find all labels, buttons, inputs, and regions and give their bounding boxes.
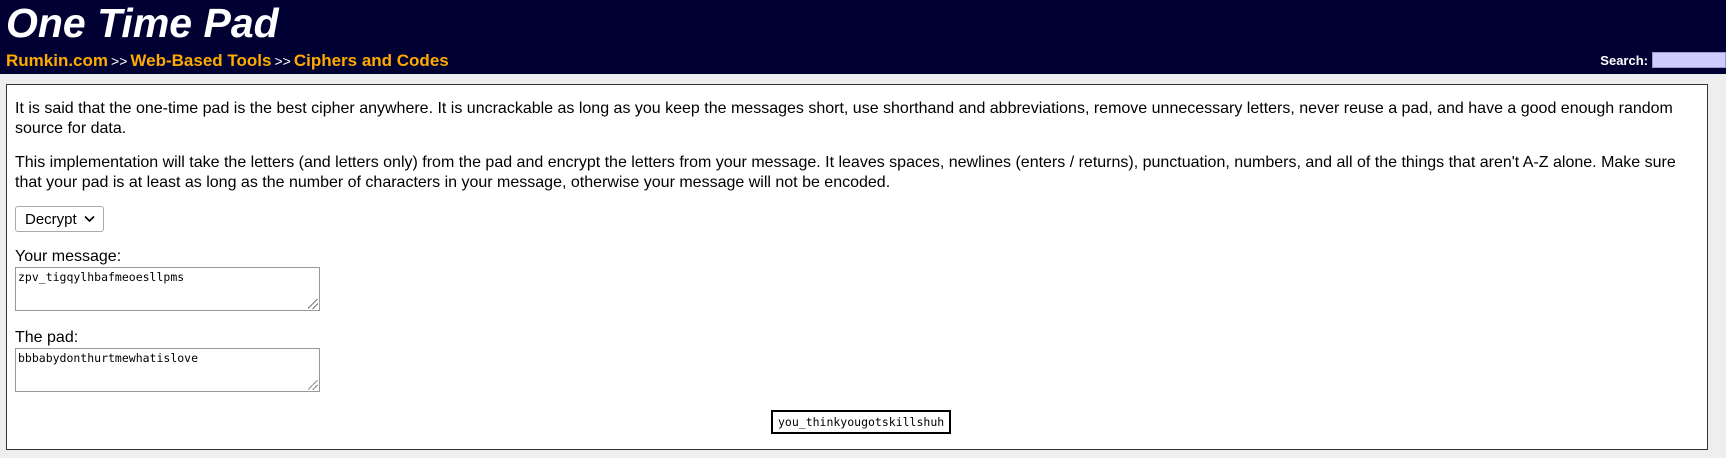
pad-label: The pad: <box>15 329 79 346</box>
chevron-down-icon <box>84 212 95 226</box>
intro-paragraph: It is said that the one-time pad is the … <box>15 100 1673 137</box>
result-output: you_thinkyougotskillshuh <box>771 410 952 434</box>
breadcrumb-link-ciphers-and-codes[interactable]: Ciphers and Codes <box>294 51 449 70</box>
search-label: Search: <box>1600 52 1648 68</box>
message-textarea[interactable]: zpv_tigqylhbafmeoesllpms <box>15 267 320 311</box>
breadcrumb: Rumkin.com >> Web-Based Tools >> Ciphers and… <box>6 51 449 72</box>
pad-text: bbbabydonthurtmewhatislove <box>18 351 199 365</box>
resize-handle-icon[interactable] <box>308 380 318 390</box>
search-box: Search: <box>1600 52 1726 68</box>
message-text: zpv_tigqylhbafmeoesllpms <box>18 270 185 284</box>
breadcrumb-separator: >> <box>111 53 128 69</box>
resize-handle-icon[interactable] <box>308 299 318 309</box>
description-paragraph: This implementation will take the letter… <box>15 154 1676 191</box>
pad-textarea[interactable]: bbbabydonthurtmewhatislove <box>15 348 320 392</box>
message-label: Your message: <box>15 248 122 265</box>
breadcrumb-link-web-based-tools[interactable]: Web-Based Tools <box>130 51 271 70</box>
search-input[interactable] <box>1652 52 1726 68</box>
site-header: One Time Pad Rumkin.com >> Web-Based Tools… <box>0 0 1726 74</box>
mode-select-value: Decrypt <box>25 210 77 228</box>
main-content: It is said that the one-time pad is the … <box>6 84 1708 450</box>
breadcrumb-separator: >> <box>274 53 291 69</box>
mode-select[interactable]: Decrypt <box>15 206 104 232</box>
page-title: One Time Pad <box>6 0 279 46</box>
breadcrumb-link-rumkin[interactable]: Rumkin.com <box>6 51 108 70</box>
